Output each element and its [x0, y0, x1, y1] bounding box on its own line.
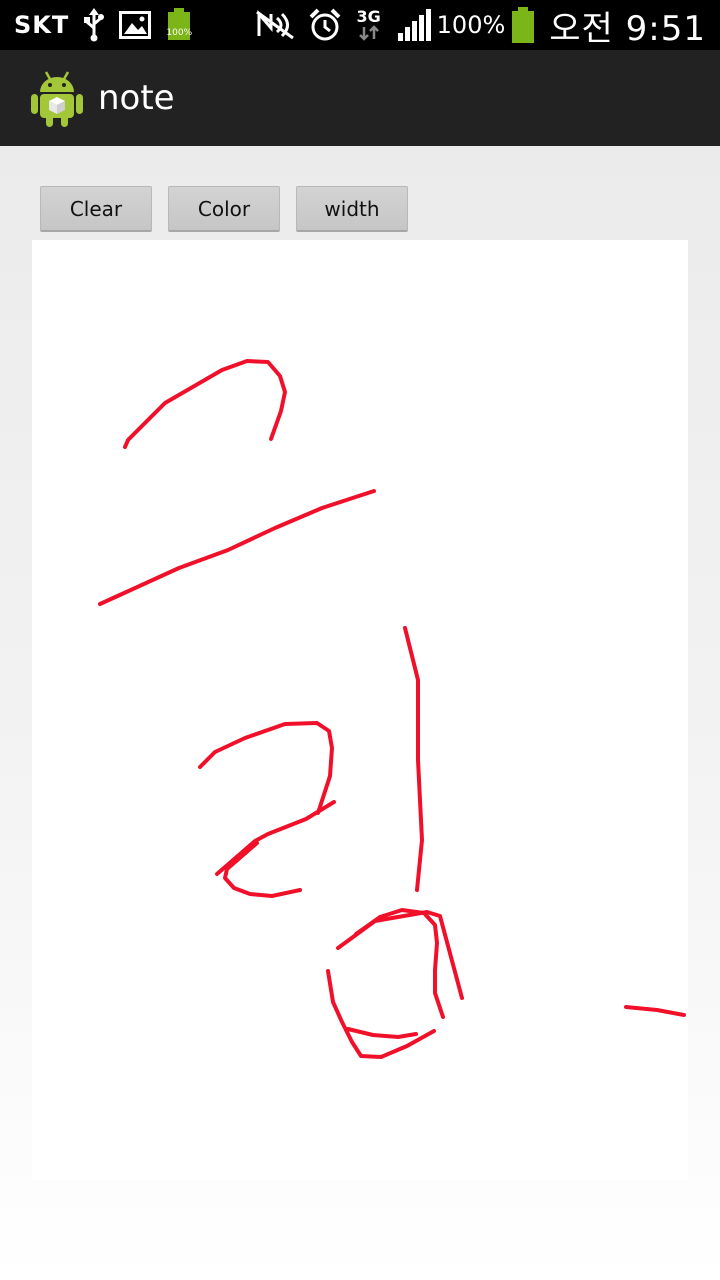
ink-stroke [123, 359, 287, 449]
status-bar: SKT 100% 3G 100% 오전 9:51 [0, 0, 720, 50]
carrier-label: SKT [14, 11, 70, 39]
usb-icon [83, 8, 105, 42]
ink-stroke [326, 969, 436, 1059]
android-icon[interactable] [30, 68, 84, 128]
width-button[interactable]: width [296, 186, 408, 232]
ink-stroke [98, 489, 376, 606]
content-area: Clear Color width [0, 146, 720, 1280]
action-bar: note [0, 50, 720, 146]
ink-stroke [198, 721, 334, 815]
battery-percent: 100% [436, 11, 506, 39]
status-left: SKT 100% [14, 8, 193, 42]
toolbar: Clear Color width [40, 186, 408, 232]
ink-stroke [223, 841, 302, 898]
nfc-muted-icon [255, 10, 295, 40]
drawing-surface[interactable] [32, 240, 688, 1180]
network-3g-icon: 3G [355, 9, 383, 41]
app-title: note [98, 78, 175, 118]
color-button[interactable]: Color [168, 186, 280, 232]
drawing-canvas[interactable] [32, 240, 688, 1180]
battery-notification-icon: 100% [165, 8, 193, 42]
network-type-label: 3G [356, 7, 381, 26]
clock: 오전 9:51 [549, 8, 706, 49]
clear-button[interactable]: Clear [40, 186, 152, 232]
status-right: 3G 100% 오전 9:51 [255, 1, 706, 50]
ink-stroke [336, 910, 464, 1000]
signal-icon [397, 9, 431, 41]
ink-stroke [354, 908, 445, 1019]
ink-stroke [624, 1005, 686, 1017]
ink-stroke [346, 1027, 418, 1039]
alarm-icon [309, 8, 341, 42]
gallery-icon [119, 11, 152, 39]
ink-stroke [403, 626, 424, 892]
battery-icon [511, 7, 535, 43]
battery-badge-text: 100% [166, 28, 193, 38]
